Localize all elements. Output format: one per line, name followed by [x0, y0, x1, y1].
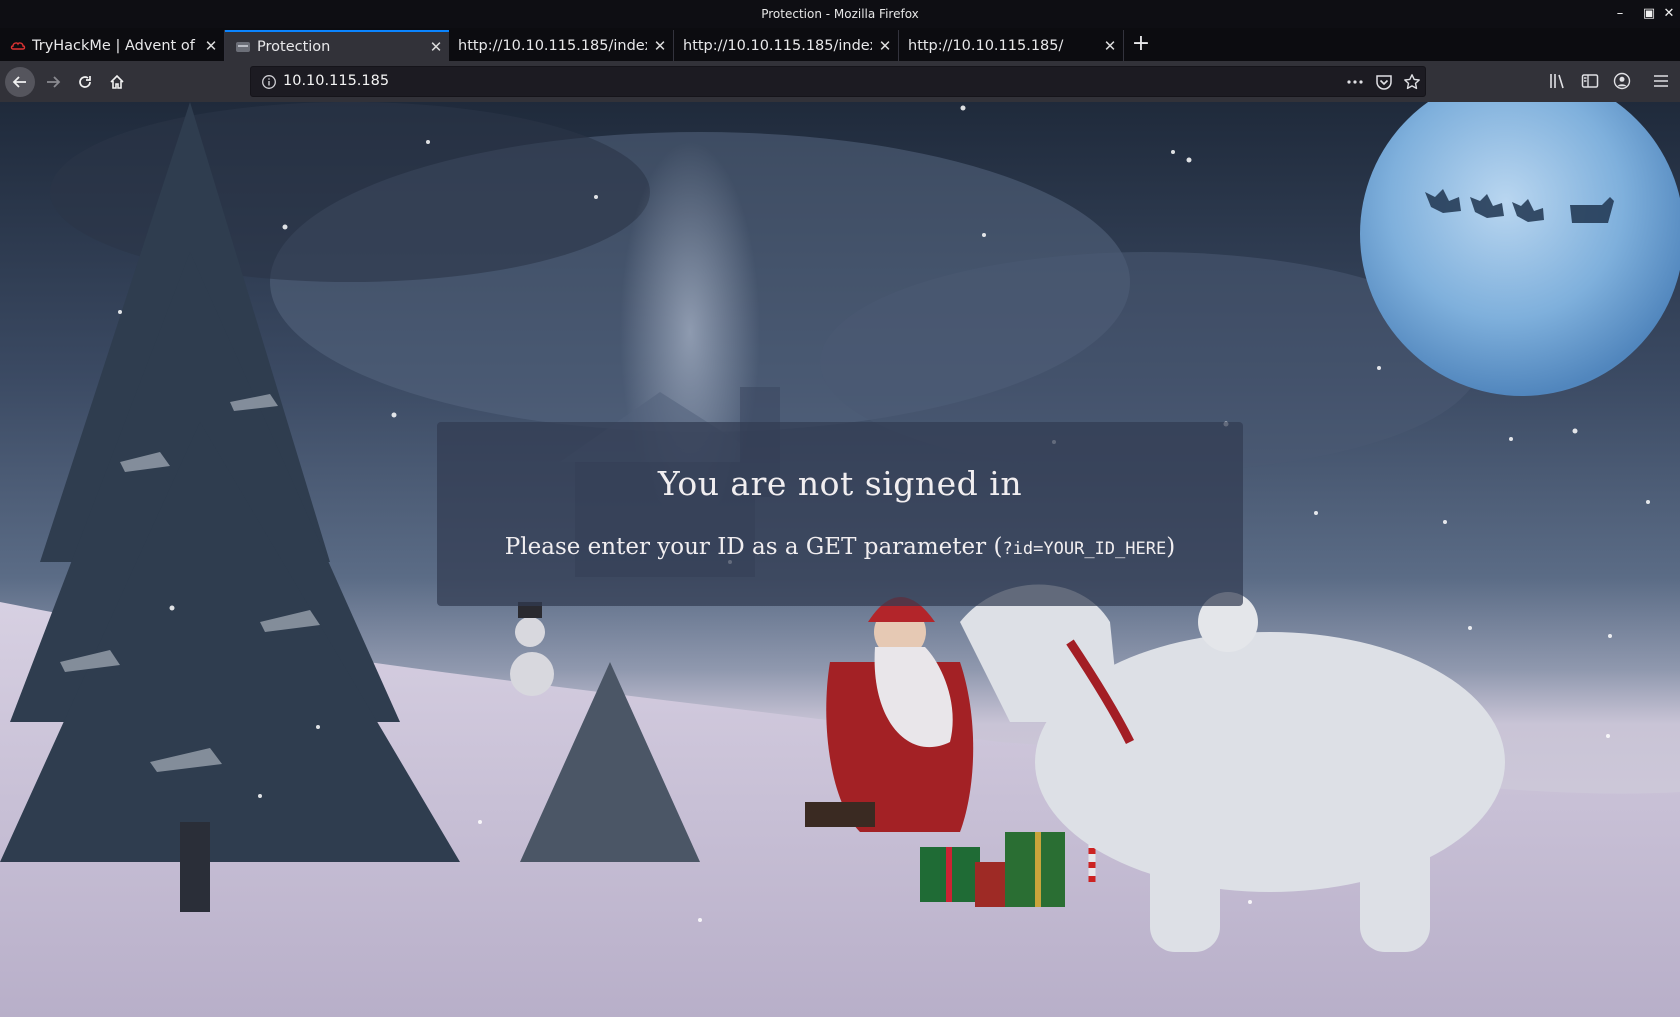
library-icon[interactable] [1549, 72, 1567, 90]
close-tab-icon[interactable]: ✕ [1097, 37, 1123, 55]
forward-arrow-icon [47, 76, 61, 88]
tab-tryhackme[interactable]: TryHackMe | Advent of C ✕ [0, 30, 225, 61]
param-close: ) [1166, 534, 1176, 560]
pocket-icon[interactable] [1375, 73, 1393, 91]
page-actions-icon[interactable] [1346, 73, 1364, 91]
maximize-icon[interactable]: ▣ [1639, 0, 1659, 28]
close-tab-icon[interactable]: ✕ [198, 37, 224, 55]
id-parameter-example: ?id=YOUR_ID_HERE [1002, 539, 1167, 559]
tab-index-1[interactable]: http://10.10.115.185/index.p ✕ [449, 30, 674, 61]
account-icon[interactable] [1613, 72, 1631, 90]
url-text[interactable]: 10.10.115.185 [283, 67, 389, 96]
tab-strip: TryHackMe | Advent of C ✕ Protection ✕ h… [0, 28, 1680, 61]
tab-label: TryHackMe | Advent of C [32, 37, 198, 54]
bookmark-star-icon[interactable] [1403, 73, 1421, 91]
home-icon [110, 74, 124, 89]
page-content: You are not signed in Please enter your … [0, 102, 1680, 1017]
page-favicon-icon [236, 41, 250, 52]
tab-index-2[interactable]: http://10.10.115.185/index.p ✕ [674, 30, 899, 61]
back-arrow-icon [12, 76, 26, 88]
reload-icon [79, 76, 91, 88]
tab-label: http://10.10.115.185/index.p [683, 37, 872, 54]
sidebar-toggle-icon[interactable] [1581, 72, 1599, 90]
tryhackme-favicon-icon [10, 41, 26, 50]
signin-notice-panel: You are not signed in Please enter your … [437, 422, 1243, 606]
navigation-toolbar: 10.10.115.185 [0, 61, 1680, 102]
tab-root[interactable]: http://10.10.115.185/ ✕ [899, 30, 1124, 61]
site-info-icon[interactable] [261, 74, 277, 90]
home-button[interactable] [102, 67, 132, 97]
close-tab-icon[interactable]: ✕ [872, 37, 898, 55]
tab-label: http://10.10.115.185/ [908, 37, 1064, 54]
tab-protection[interactable]: Protection ✕ [225, 30, 449, 61]
hamburger-menu-icon[interactable] [1652, 72, 1670, 90]
tab-label: http://10.10.115.185/index.p [458, 37, 647, 54]
instruction-text: Please enter your ID as a GET parameter [504, 534, 987, 560]
new-tab-button[interactable]: + [1130, 30, 1152, 58]
window-title: Protection - Mozilla Firefox [761, 7, 919, 21]
minimize-icon[interactable]: – [1610, 0, 1630, 28]
tab-label: Protection [257, 38, 331, 55]
not-signed-in-heading: You are not signed in [657, 464, 1023, 503]
back-button[interactable] [5, 67, 35, 97]
reload-button[interactable] [70, 67, 100, 97]
window-titlebar: Protection - Mozilla Firefox – ▣ ✕ [0, 0, 1680, 28]
close-tab-icon[interactable]: ✕ [423, 38, 449, 56]
close-tab-icon[interactable]: ✕ [647, 37, 673, 55]
address-bar[interactable]: 10.10.115.185 [250, 66, 1426, 97]
get-parameter-instruction: Please enter your ID as a GET parameter … [437, 534, 1243, 560]
close-window-icon[interactable]: ✕ [1659, 0, 1679, 28]
forward-button[interactable] [38, 67, 68, 97]
